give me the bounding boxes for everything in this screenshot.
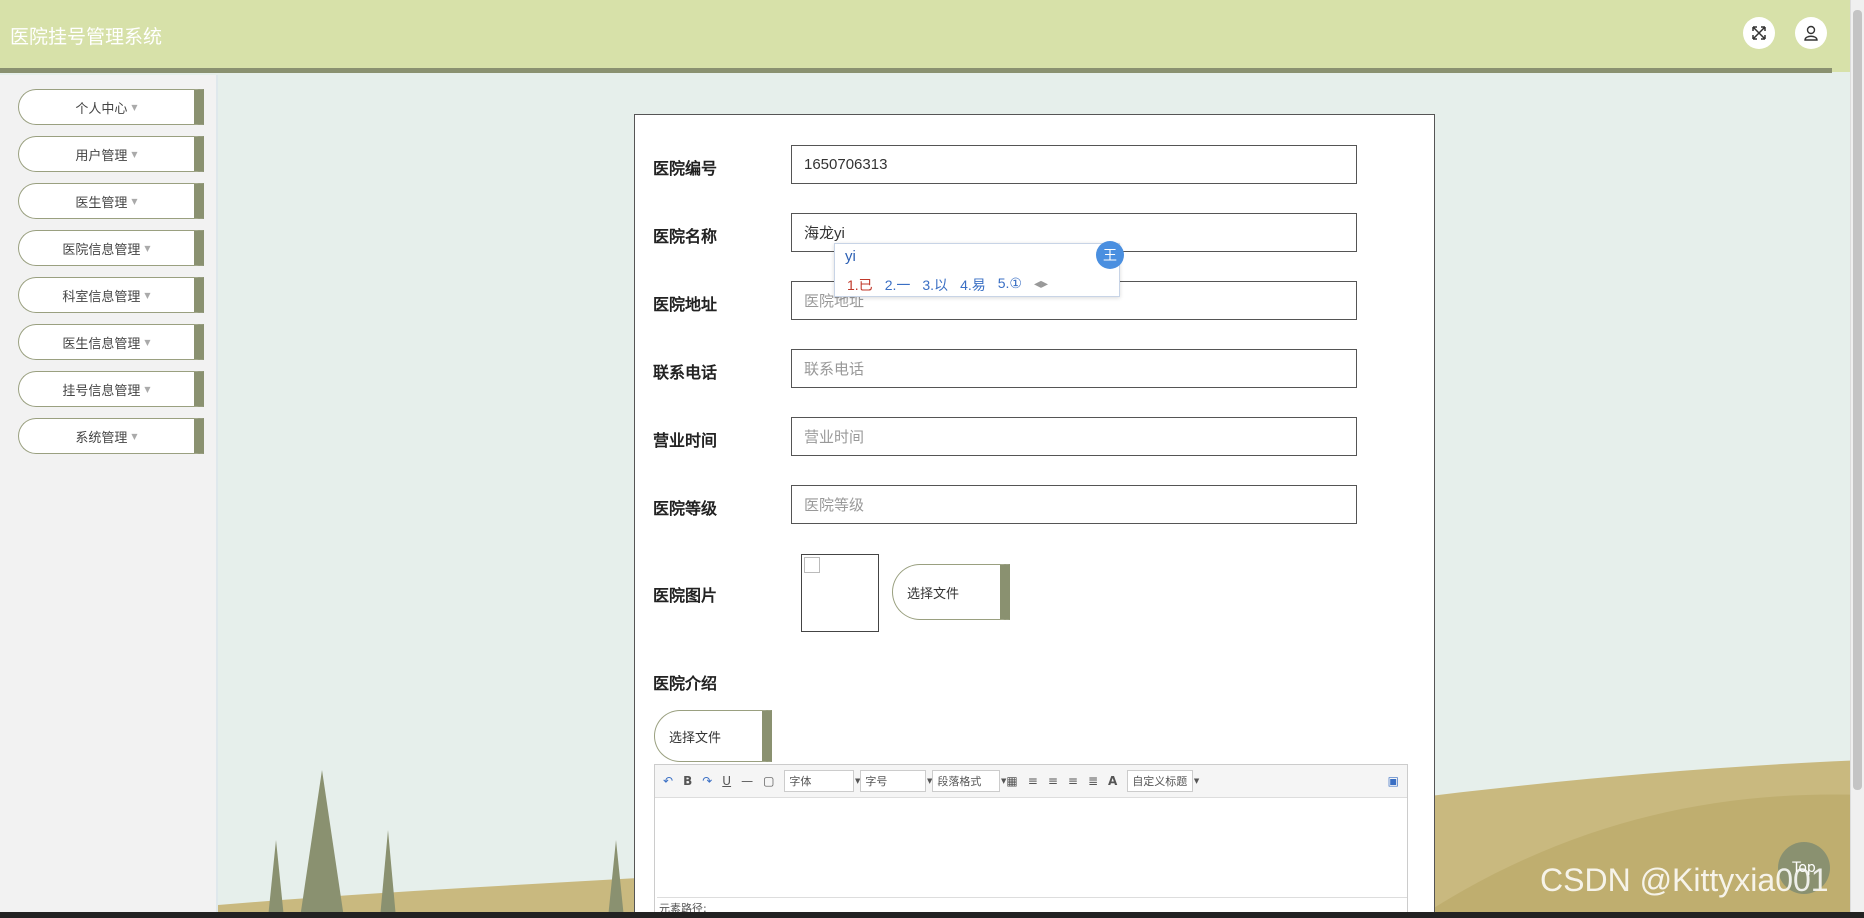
- sidebar-item-hospital-info[interactable]: 医院信息管理 ▼: [18, 230, 204, 266]
- caret-down-icon: ▼: [1193, 777, 1200, 785]
- broken-image-icon: [804, 557, 820, 573]
- redo-icon[interactable]: ↷: [702, 774, 712, 788]
- header-divider: [0, 68, 1832, 73]
- caret-down-icon: ▼: [1001, 777, 1007, 785]
- sidebar-item-registration-info[interactable]: 挂号信息管理 ▼: [18, 371, 204, 407]
- level-label: 医院等级: [653, 499, 718, 518]
- scrollbar-thumb[interactable]: [1853, 10, 1862, 790]
- ime-candidates: 1.已 2.一 3.以 4.易 5.① ◂▸: [847, 275, 1048, 295]
- align-left-icon[interactable]: ≡: [1028, 774, 1038, 788]
- font-color-button[interactable]: A: [1108, 774, 1117, 788]
- ime-candidate[interactable]: 4.易: [960, 275, 986, 295]
- page-scrollbar[interactable]: [1850, 0, 1864, 918]
- hospital-image-preview: [801, 554, 879, 632]
- app-title: 医院挂号管理系统: [10, 26, 163, 48]
- sidebar: 个人中心 ▼ 用户管理 ▼ 医生管理 ▼ 医院信息管理 ▼ 科室信息管理 ▼ 医生信息管理…: [0, 75, 218, 918]
- user-button[interactable]: [1795, 17, 1827, 49]
- sidebar-item-user-management[interactable]: 用户管理 ▼: [18, 136, 204, 172]
- caret-down-icon: ▼: [131, 431, 138, 441]
- caret-down-icon: ▼: [131, 149, 138, 159]
- horizontal-rule-icon[interactable]: —: [741, 774, 753, 788]
- ime-badge: 王: [1096, 241, 1124, 269]
- caret-down-icon: ▼: [144, 290, 151, 300]
- paragraph-select[interactable]: 段落格式 ▼: [932, 770, 1006, 792]
- ime-page-arrows-icon[interactable]: ◂▸: [1034, 275, 1048, 295]
- caret-down-icon: ▼: [144, 337, 151, 347]
- font-select-label: 字体: [789, 775, 812, 788]
- size-select-label: 字号: [865, 775, 888, 788]
- sidebar-item-label: 系统管理: [75, 430, 128, 446]
- sidebar-item-doctor-info[interactable]: 医生信息管理 ▼: [18, 324, 204, 360]
- justify-icon[interactable]: ≣: [1088, 774, 1098, 788]
- sidebar-item-label: 挂号信息管理: [62, 383, 141, 399]
- image-file-button[interactable]: 选择文件: [892, 564, 1010, 620]
- sidebar-item-label: 科室信息管理: [62, 289, 141, 305]
- sidebar-item-label: 个人中心: [75, 101, 128, 117]
- level-input[interactable]: 医院等级: [791, 485, 1357, 524]
- hospital-form: 医院编号 1650706313 医院名称 海龙yi 医院地址 医院地址 联系电话…: [634, 114, 1435, 918]
- bottom-edge: [0, 912, 1864, 918]
- sidebar-item-label: 医生管理: [75, 195, 128, 211]
- hospital-image-label: 医院图片: [653, 586, 718, 605]
- ime-candidate-popup: yi 1.已 2.一 3.以 4.易 5.① ◂▸: [834, 243, 1120, 297]
- hospital-id-label: 医院编号: [653, 159, 718, 178]
- ime-composition: yi: [845, 248, 856, 265]
- hospital-name-label: 医院名称: [653, 227, 718, 246]
- caret-down-icon: ▼: [131, 196, 138, 206]
- sidebar-item-department-info[interactable]: 科室信息管理 ▼: [18, 277, 204, 313]
- phone-label: 联系电话: [653, 363, 718, 382]
- watermark: CSDN @Kittyxia001: [1540, 862, 1829, 898]
- font-select[interactable]: 字体 ▼: [784, 770, 860, 792]
- sidebar-item-label: 医生信息管理: [62, 336, 141, 352]
- undo-icon[interactable]: ↶: [663, 774, 673, 788]
- intro-file-button[interactable]: 选择文件: [654, 710, 772, 762]
- preview-icon[interactable]: ▣: [1388, 774, 1399, 788]
- hours-input[interactable]: 营业时间: [791, 417, 1357, 456]
- hospital-id-input[interactable]: 1650706313: [791, 145, 1357, 184]
- sidebar-item-system-management[interactable]: 系统管理 ▼: [18, 418, 204, 454]
- ime-candidate[interactable]: 2.一: [885, 275, 911, 295]
- sidebar-item-personal-center[interactable]: 个人中心 ▼: [18, 89, 204, 125]
- size-select[interactable]: 字号 ▼: [860, 770, 932, 792]
- app-header: 医院挂号管理系统: [0, 0, 1864, 72]
- expand-icon: [1752, 26, 1766, 40]
- underline-button[interactable]: U: [722, 774, 731, 788]
- bold-button[interactable]: B: [683, 774, 692, 788]
- caret-down-icon: ▼: [131, 102, 138, 112]
- sidebar-item-doctor-management[interactable]: 医生管理 ▼: [18, 183, 204, 219]
- align-center-icon[interactable]: ≡: [1068, 774, 1078, 788]
- rich-text-editor: ↶ B ↷ U — ▢ 字体 ▼ 字号 ▼ 段落格式 ▼ ▦ ≡ ≡ ≡ ≣ A 自定…: [654, 764, 1408, 918]
- ime-candidate[interactable]: 5.①: [998, 275, 1022, 295]
- hospital-intro-label: 医院介绍: [653, 674, 718, 693]
- sidebar-item-label: 用户管理: [75, 148, 128, 164]
- align-right-icon[interactable]: ≡: [1048, 774, 1058, 788]
- custom-title-label: 自定义标题: [1132, 775, 1188, 788]
- hospital-address-label: 医院地址: [653, 295, 718, 314]
- blank-page-icon[interactable]: ▢: [763, 774, 774, 788]
- paragraph-select-label: 段落格式: [937, 775, 982, 788]
- fullscreen-button[interactable]: [1743, 17, 1775, 49]
- ime-candidate[interactable]: 3.以: [922, 275, 948, 295]
- ime-candidate[interactable]: 1.已: [847, 275, 873, 295]
- custom-title-select[interactable]: 自定义标题 ▼: [1127, 770, 1199, 792]
- caret-down-icon: ▼: [144, 384, 151, 394]
- phone-input[interactable]: 联系电话: [791, 349, 1357, 388]
- caret-down-icon: ▼: [144, 243, 151, 253]
- user-icon: [1804, 25, 1818, 41]
- table-icon[interactable]: ▦: [1006, 774, 1017, 788]
- sidebar-item-label: 医院信息管理: [62, 242, 141, 258]
- hours-label: 营业时间: [653, 431, 718, 450]
- editor-toolbar: ↶ B ↷ U — ▢ 字体 ▼ 字号 ▼ 段落格式 ▼ ▦ ≡ ≡ ≡ ≣ A 自定…: [655, 765, 1407, 798]
